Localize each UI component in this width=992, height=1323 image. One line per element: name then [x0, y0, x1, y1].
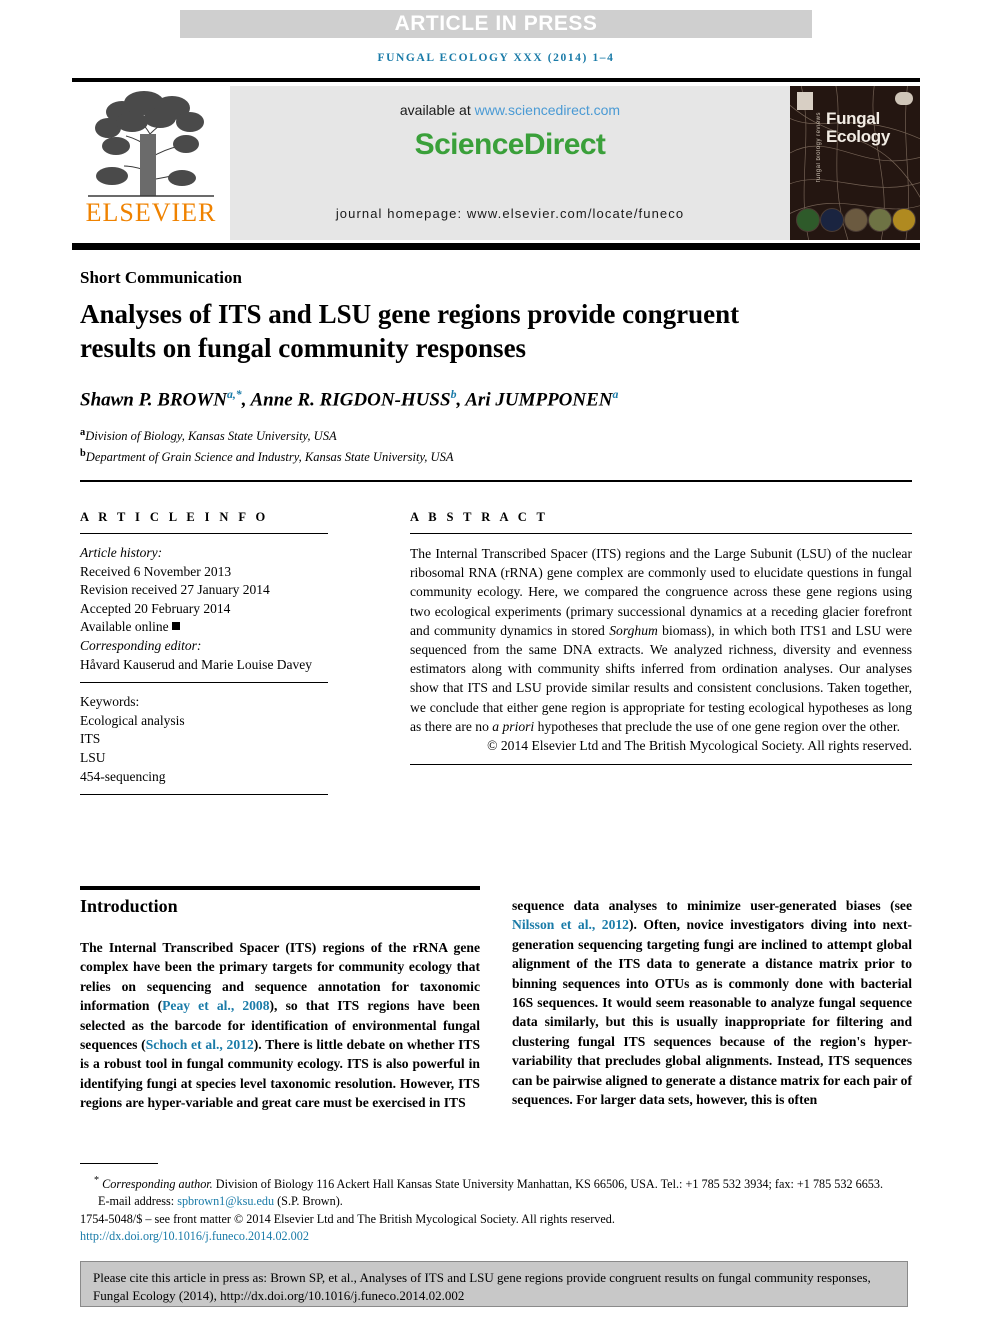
corresponding-author-note: * Corresponding author. Division of Biol…: [80, 1172, 912, 1193]
issn-line: 1754-5048/$ – see front matter © 2014 El…: [80, 1211, 615, 1226]
cover-circle-5: [892, 208, 916, 232]
affiliation-item: bDepartment of Grain Science and Industr…: [80, 445, 780, 466]
elsevier-wordmark: ELSEVIER: [85, 198, 217, 227]
article-info-heading: A R T I C L E I N F O: [80, 510, 269, 524]
keyword-item: ITS: [80, 731, 101, 747]
masthead: ELSEVIER available at www.sciencedirect.…: [72, 86, 920, 240]
footnote-block: * Corresponding author. Division of Biol…: [80, 1172, 912, 1246]
footnote-rule: [80, 1163, 158, 1164]
article-history-block: Article history: Received 6 November 201…: [80, 544, 328, 674]
journal-homepage-line[interactable]: journal homepage: www.elsevier.com/locat…: [230, 206, 790, 221]
corresponding-editor-label: Corresponding editor:: [80, 637, 202, 653]
article-in-press-banner: ARTICLE IN PRESS: [180, 10, 812, 38]
abstract-text: The Internal Transcribed Spacer (ITS) re…: [410, 546, 912, 734]
cover-elsevier-mark-icon: [797, 92, 813, 110]
email-label: E-mail address:: [98, 1194, 178, 1209]
cover-circle-1: [796, 208, 820, 232]
author-list: Shawn P. BROWNa,*, Anne R. RIGDON-HUSSb,…: [80, 388, 619, 411]
received-date: Received 6 November 2013: [80, 563, 232, 579]
keywords-rule: [80, 682, 328, 684]
sciencedirect-logo[interactable]: ScienceDirect: [230, 128, 790, 162]
article-history-label: Article history:: [80, 545, 163, 560]
article-type-label: Short Communication: [80, 268, 242, 287]
corresponding-marker: *: [94, 1175, 100, 1186]
available-at-prefix: available at: [399, 102, 475, 118]
cover-title-line2: Ecology: [826, 127, 891, 146]
sciencedirect-panel: available at www.sciencedirect.com Scien…: [230, 86, 790, 240]
keywords-block: Keywords: Ecological analysis ITS LSU 45…: [80, 693, 328, 786]
revision-received-date: Revision received 27 January 2014: [80, 582, 270, 598]
affiliation-item: aDivision of Biology, Kansas State Unive…: [80, 424, 780, 445]
keywords-label: Keywords:: [80, 694, 140, 710]
corresponding-author-address: Division of Biology 116 Ackert Hall Kans…: [212, 1177, 884, 1192]
doi-link[interactable]: http://dx.doi.org/10.1016/j.funeco.2014.…: [80, 1228, 912, 1245]
citation-link[interactable]: Nilsson et al., 2012: [512, 917, 629, 932]
cover-circle-4: [868, 208, 892, 232]
cover-circle-3: [844, 208, 868, 232]
cover-title: Fungal Ecology: [826, 110, 890, 146]
keyword-item: 454-sequencing: [80, 768, 166, 784]
article-info-column: A R T I C L E I N F O Article history: R…: [80, 510, 328, 805]
journal-cover-thumbnail[interactable]: fungal biology reviews Fungal Ecology: [790, 86, 920, 240]
citation-link[interactable]: Schoch et al., 2012: [146, 1037, 254, 1052]
citation-box: Please cite this article in press as: Br…: [80, 1261, 908, 1307]
cover-specimen-circles: [796, 208, 916, 232]
abstract-bottom-rule: [410, 764, 912, 766]
masthead-bottom-rule: [72, 243, 920, 250]
abstract-column: A B S T R A C T The Internal Transcribed…: [410, 510, 912, 775]
corresponding-author-label: Corresponding author.: [102, 1177, 213, 1192]
available-online-placeholder-icon: [171, 622, 180, 631]
corresponding-editor-name: Håvard Kauserud and Marie Louise Davey: [80, 656, 313, 672]
abstract-copyright: © 2014 Elsevier Ltd and The British Myco…: [487, 738, 912, 754]
accepted-date: Accepted 20 February 2014: [80, 600, 231, 616]
introduction-left-column: The Internal Transcribed Spacer (ITS) re…: [80, 940, 481, 1111]
cover-society-mark-icon: [895, 92, 913, 105]
email-link[interactable]: spbrown1@ksu.edu: [177, 1194, 274, 1208]
masthead-top-rule: [72, 78, 920, 82]
title-bottom-rule: [80, 480, 912, 482]
affiliation-list: aDivision of Biology, Kansas State Unive…: [80, 424, 780, 466]
journal-volume-line: FUNGAL ECOLOGY XXX (2014) 1–4: [377, 52, 615, 64]
email-note: E-mail address: spbrown1@ksu.edu (S.P. B…: [80, 1193, 912, 1210]
available-at-line: available at www.sciencedirect.com: [230, 102, 790, 118]
cover-circle-2: [820, 208, 844, 232]
keywords-bottom-rule: [80, 794, 328, 796]
article-page: ARTICLE IN PRESS FUNGAL ECOLOGY XXX (201…: [0, 0, 992, 1323]
abstract-rule: [410, 533, 912, 534]
affiliation-text: Division of Biology, Kansas State Univer…: [85, 429, 337, 444]
available-online: Available online: [80, 618, 328, 637]
article-info-rule: [80, 533, 328, 534]
cover-title-line1: Fungal: [826, 109, 880, 128]
elsevier-tree-icon: [88, 91, 214, 197]
email-suffix: (S.P. Brown).: [274, 1194, 343, 1209]
introduction-rule: [80, 886, 480, 890]
introduction-heading: Introduction: [80, 896, 178, 916]
citation-link[interactable]: Peay et al., 2008: [162, 998, 269, 1013]
keyword-item: Ecological analysis: [80, 712, 185, 728]
keyword-item: LSU: [80, 749, 106, 765]
sciencedirect-url-link[interactable]: www.sciencedirect.com: [475, 102, 621, 118]
cover-sidebar-text: fungal biology reviews: [816, 112, 822, 183]
affiliation-text: Department of Grain Science and Industry…: [85, 450, 454, 465]
page-title: Analyses of ITS and LSU gene regions pro…: [80, 299, 740, 363]
elsevier-logo: ELSEVIER: [72, 86, 230, 240]
introduction-right-column: sequence data analyses to minimize user-…: [512, 898, 913, 1108]
abstract-heading: A B S T R A C T: [410, 510, 549, 524]
